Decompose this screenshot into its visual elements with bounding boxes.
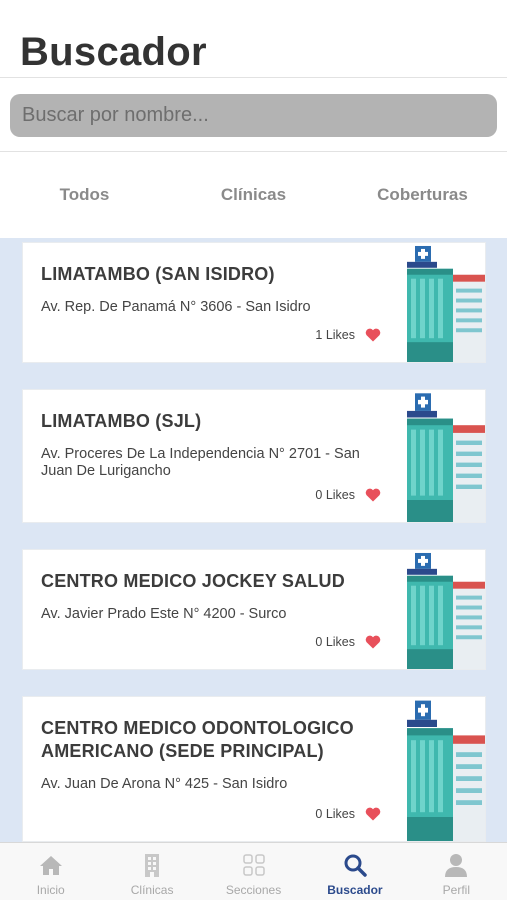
clinic-address: Av. Javier Prado Este N° 4200 - Surco [41, 606, 287, 622]
hospital-building-image [401, 390, 485, 522]
nav-item-buscador[interactable]: Buscador [304, 843, 405, 900]
nav-label: Inicio [36, 883, 65, 897]
tab-coberturas[interactable]: Coberturas [338, 185, 507, 205]
tab-clinicas[interactable]: Clínicas [169, 185, 338, 205]
likes-count: 0 Likes [315, 635, 355, 649]
tab-todos[interactable]: Todos [0, 185, 169, 205]
clinic-name: CENTRO MEDICO ODONTOLOGICO AMERICANO (SE… [41, 718, 354, 761]
heart-icon[interactable] [365, 635, 381, 649]
header: Buscador [0, 0, 507, 78]
clinic-card[interactable]: CENTRO MEDICO JOCKEY SALUD Av. Javier Pr… [22, 549, 486, 670]
likes-row: 1 Likes [315, 328, 381, 342]
clinic-card[interactable]: LIMATAMBO (SAN ISIDRO) Av. Rep. De Panam… [22, 242, 486, 363]
nav-label: Clínicas [130, 883, 174, 897]
hospital-building-image [401, 243, 485, 362]
nav-item-perfil[interactable]: Perfil [406, 843, 507, 900]
user-icon [445, 854, 468, 877]
clinic-name: CENTRO MEDICO JOCKEY SALUD [41, 571, 345, 591]
hospital-building-image [401, 697, 485, 841]
heart-icon[interactable] [365, 807, 381, 821]
clinic-card-body: CENTRO MEDICO ODONTOLOGICO AMERICANO (SE… [23, 697, 373, 793]
building-icon [145, 854, 160, 877]
nav-item-inicio[interactable]: Inicio [0, 843, 101, 900]
likes-count: 0 Likes [315, 807, 355, 821]
likes-row: 0 Likes [315, 807, 381, 821]
filter-tabs: Todos Clínicas Coberturas [0, 152, 507, 238]
clinic-card-body: LIMATAMBO (SAN ISIDRO) Av. Rep. De Panam… [23, 243, 373, 316]
clinic-name: LIMATAMBO (SAN ISIDRO) [41, 264, 275, 284]
home-icon [39, 856, 62, 875]
likes-row: 0 Likes [315, 635, 381, 649]
search-bar [0, 78, 507, 152]
clinic-list[interactable]: LIMATAMBO (SAN ISIDRO) Av. Rep. De Panam… [0, 238, 507, 842]
likes-row: 0 Likes [315, 488, 381, 502]
bottom-nav: Inicio Clínicas Secciones Buscador Perfi… [0, 842, 507, 900]
nav-item-clinicas[interactable]: Clínicas [101, 843, 202, 900]
nav-label: Secciones [225, 883, 282, 897]
heart-icon[interactable] [365, 328, 381, 342]
nav-item-secciones[interactable]: Secciones [203, 843, 304, 900]
search-input[interactable] [10, 94, 497, 137]
likes-count: 1 Likes [315, 328, 355, 342]
clinic-card-body: LIMATAMBO (SJL) Av. Proceres De La Indep… [23, 390, 373, 480]
nav-label: Buscador [327, 883, 383, 897]
clinic-card[interactable]: CENTRO MEDICO ODONTOLOGICO AMERICANO (SE… [22, 696, 486, 842]
hospital-building-image [401, 550, 485, 669]
clinic-name: LIMATAMBO (SJL) [41, 411, 202, 431]
grid-icon [242, 854, 265, 876]
nav-label: Perfil [442, 883, 470, 897]
heart-icon[interactable] [365, 488, 381, 502]
likes-count: 0 Likes [315, 488, 355, 502]
search-icon [344, 854, 367, 877]
clinic-address: Av. Juan De Arona N° 425 - San Isidro [41, 776, 288, 792]
clinic-card-body: CENTRO MEDICO JOCKEY SALUD Av. Javier Pr… [23, 550, 373, 623]
clinic-address: Av. Proceres De La Independencia N° 2701… [41, 446, 360, 479]
page-title: Buscador [20, 30, 207, 74]
clinic-address: Av. Rep. De Panamá N° 3606 - San Isidro [41, 299, 311, 315]
clinic-card[interactable]: LIMATAMBO (SJL) Av. Proceres De La Indep… [22, 389, 486, 523]
